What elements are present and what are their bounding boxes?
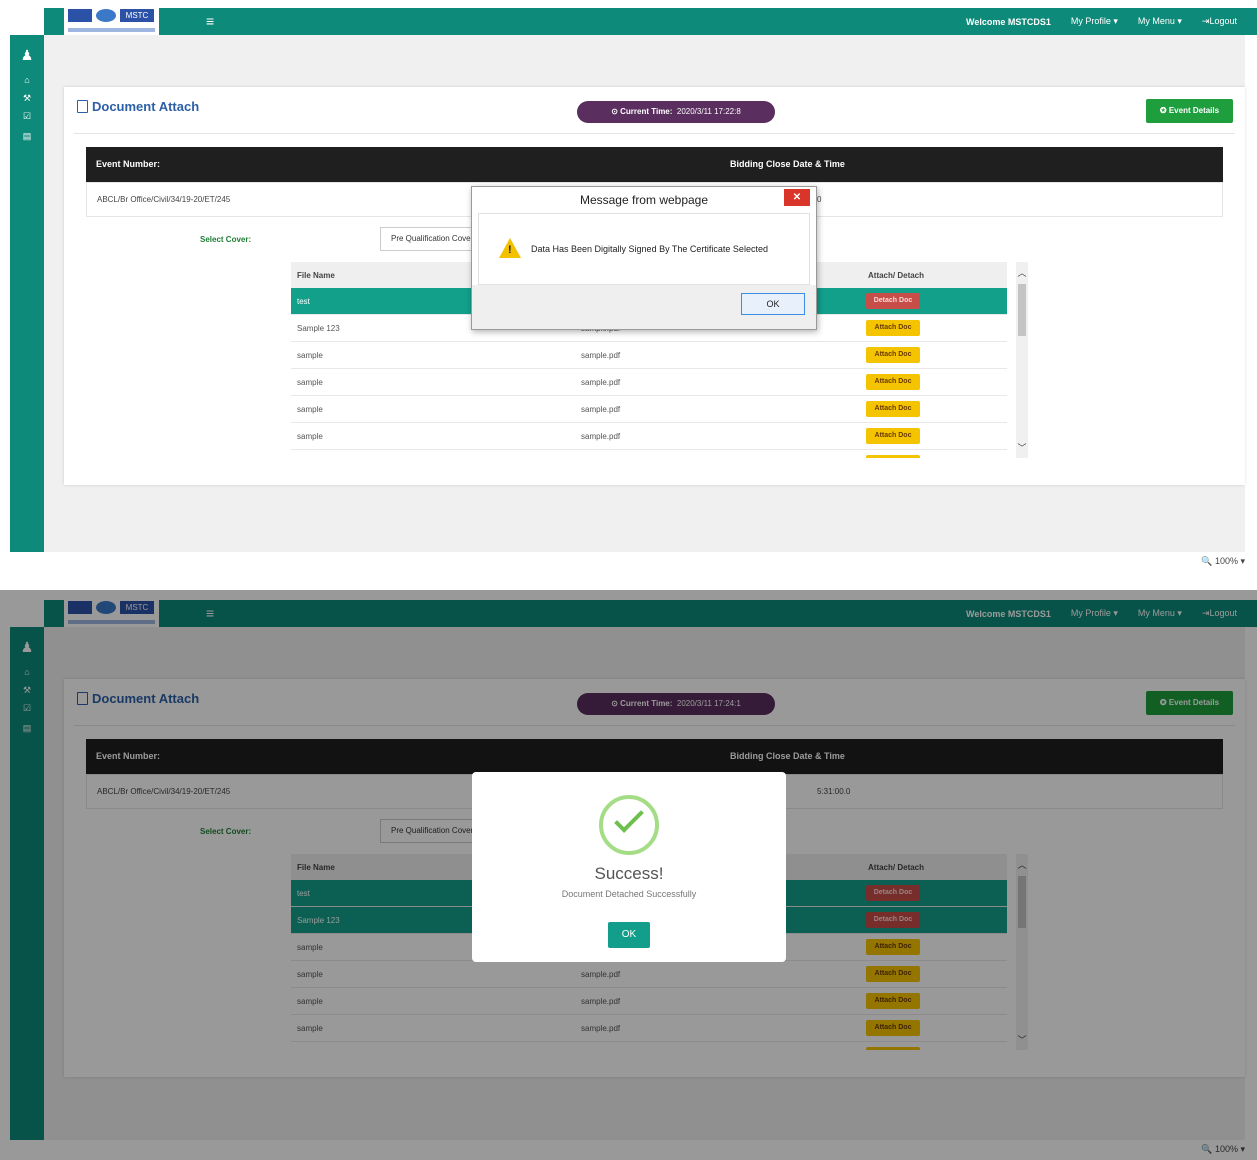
screenshot-success-alert: ≡ Welcome MSTCDS1 My Profile ▾ My Menu ▾…: [0, 590, 1257, 1160]
home-icon[interactable]: ⌂: [10, 75, 44, 85]
table-row[interactable]: sample sample.pdf Attach Doc: [291, 342, 1007, 369]
logo-text: MSTC: [120, 9, 154, 22]
message-dialog: Message from webpage ✕ ! Data Has Been D…: [471, 186, 817, 330]
user-icon[interactable]: ♟: [10, 47, 44, 64]
file-name-cell: sample: [297, 378, 323, 387]
welcome-text: Welcome MSTCDS1: [966, 16, 1051, 27]
table-row[interactable]: Attach Doc: [291, 450, 1007, 458]
event-table-header: Event Number: Bidding Close Date & Time: [86, 147, 1223, 182]
file-name-cell: sample: [297, 405, 323, 414]
file-name-cell: sample: [297, 432, 323, 441]
attach-doc-button[interactable]: Attach Doc: [866, 320, 920, 336]
dialog-title: Message from webpage: [579, 193, 709, 207]
ok-button[interactable]: OK: [741, 293, 805, 315]
event-details-button[interactable]: ✪ Event Details: [1146, 99, 1233, 123]
screenshot-ie-message: ≡ Welcome MSTCDS1 My Profile ▾ My Menu ▾…: [0, 0, 1257, 572]
dialog-message: Data Has Been Digitally Signed By The Ce…: [531, 244, 768, 254]
close-date: 0: [817, 195, 822, 204]
select-cover-label: Select Cover:: [200, 235, 252, 244]
document-icon: [77, 100, 88, 113]
document-cell: sample.pdf: [581, 432, 621, 441]
table-scrollbar[interactable]: ︿ ﹀: [1016, 262, 1028, 458]
attach-doc-button[interactable]: Attach Doc: [866, 401, 920, 417]
scroll-up-icon[interactable]: ︿: [1016, 266, 1028, 279]
browser-statusbar: 🔍 100% ▾: [0, 552, 1257, 572]
attach-doc-button[interactable]: Attach Doc: [866, 455, 920, 458]
document-cell: sample.pdf: [581, 351, 621, 360]
file-name-cell: test: [297, 297, 310, 306]
table-row[interactable]: sample sample.pdf Attach Doc: [291, 396, 1007, 423]
success-message: Document Detached Successfully: [561, 889, 697, 899]
sidebar: ♟ ⌂ ⚒ ☑ ▤: [10, 35, 44, 552]
success-check-icon: [599, 795, 659, 855]
detach-doc-button[interactable]: Detach Doc: [866, 293, 920, 309]
current-time-badge: ⊙ Current Time: 2020/3/11 17:22:8: [577, 101, 775, 123]
ok-button[interactable]: OK: [608, 922, 650, 948]
attach-doc-button[interactable]: Attach Doc: [866, 347, 920, 363]
document-cell: sample.pdf: [581, 405, 621, 414]
mstc-logo: MSTC: [64, 6, 159, 36]
success-title: Success!: [594, 864, 664, 883]
file-name-cell: sample: [297, 351, 323, 360]
success-dialog: Success! Document Detached Successfully …: [472, 772, 786, 962]
page-title: Document Attach: [77, 99, 199, 114]
scroll-down-icon[interactable]: ﹀: [1016, 441, 1028, 454]
gavel-icon[interactable]: ⚒: [10, 93, 44, 104]
top-navbar: ≡ Welcome MSTCDS1 My Profile ▾ My Menu ▾…: [44, 8, 1257, 35]
file-name-cell: Sample 123: [297, 324, 340, 333]
event-number: ABCL/Br Office/Civil/34/19-20/ET/245: [97, 195, 231, 204]
chart-icon[interactable]: ▤: [10, 131, 44, 142]
close-icon[interactable]: ✕: [784, 189, 810, 206]
document-cell: sample.pdf: [581, 378, 621, 387]
check-icon[interactable]: ☑: [10, 111, 44, 122]
attach-doc-button[interactable]: Attach Doc: [866, 428, 920, 444]
my-profile-menu[interactable]: My Profile ▾: [1071, 16, 1118, 27]
my-menu[interactable]: My Menu ▾: [1138, 16, 1182, 27]
logout-link[interactable]: ⇥Logout: [1202, 16, 1237, 27]
table-row[interactable]: sample sample.pdf Attach Doc: [291, 369, 1007, 396]
attach-doc-button[interactable]: Attach Doc: [866, 374, 920, 390]
zoom-level[interactable]: 🔍 100% ▾: [1201, 556, 1245, 567]
table-row[interactable]: sample sample.pdf Attach Doc: [291, 423, 1007, 450]
hamburger-menu-icon[interactable]: ≡: [206, 13, 220, 29]
